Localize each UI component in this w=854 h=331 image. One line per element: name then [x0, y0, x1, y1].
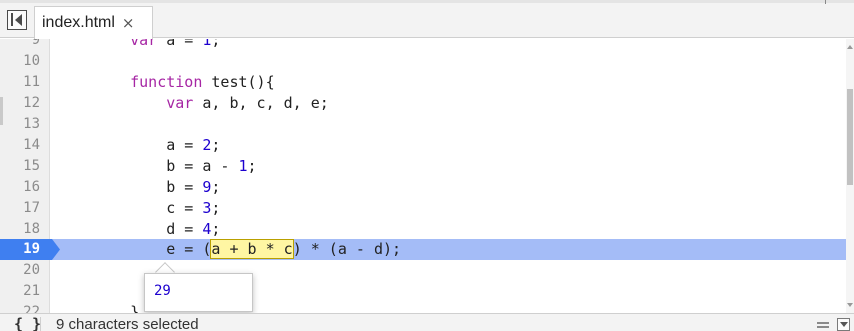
line-number[interactable]: 17 — [0, 198, 40, 219]
code-text: var a = 1; — [94, 39, 221, 49]
sidebar-toggle-icon[interactable] — [7, 10, 27, 30]
scrollbar-thumb[interactable] — [847, 89, 853, 185]
line-number[interactable]: 11 — [0, 72, 40, 93]
code-editor[interactable]: 9 var a = 1; 10 11 function test(){ 12 v… — [0, 39, 854, 313]
scroll-up-icon[interactable] — [847, 45, 853, 49]
code-line[interactable]: 21 r — [0, 281, 846, 302]
line-number[interactable]: 12 — [0, 93, 40, 114]
popover-value[interactable]: 29 — [154, 283, 171, 299]
line-number[interactable]: 10 — [0, 51, 40, 72]
status-divider — [40, 317, 41, 331]
code-text: } — [94, 303, 140, 313]
hovered-expression[interactable]: a + b * c — [210, 239, 294, 259]
code-text: b = a - 1; — [94, 157, 257, 175]
code-line[interactable]: 13 — [0, 114, 846, 135]
value-popover[interactable]: 29 — [144, 273, 253, 312]
code-line[interactable]: 9 var a = 1; — [0, 39, 846, 51]
code-text: c = 3; — [94, 199, 221, 217]
lines-icon — [817, 322, 829, 330]
line-number[interactable]: 16 — [0, 177, 40, 198]
line-number[interactable]: 9 — [0, 39, 40, 51]
line-number[interactable]: 19 — [0, 239, 40, 260]
line-number[interactable]: 21 — [0, 281, 40, 302]
tab-bar-divider — [825, 0, 826, 4]
code-text: var a, b, c, d, e; — [94, 94, 329, 112]
drawer-toggle-icon[interactable] — [837, 318, 850, 331]
scroll-down-icon[interactable] — [847, 303, 853, 307]
tab-bar-top-border — [0, 0, 854, 3]
line-number[interactable]: 14 — [0, 135, 40, 156]
code-line[interactable]: 11 function test(){ — [0, 72, 846, 93]
vertical-scrollbar[interactable] — [846, 39, 854, 313]
code-line[interactable]: 17 c = 3; — [0, 198, 846, 219]
close-icon[interactable]: × — [122, 15, 135, 31]
code-text: function test(){ — [94, 73, 275, 91]
line-number[interactable]: 13 — [0, 114, 40, 135]
code-text: d = 4; — [94, 220, 221, 238]
execution-line[interactable]: 19 e = (a + b * c) * (a - d); — [0, 239, 846, 260]
status-bar: { } 9 characters selected — [0, 313, 854, 331]
code-line[interactable]: 16 b = 9; — [0, 177, 846, 198]
line-number[interactable]: 15 — [0, 156, 40, 177]
line-number[interactable]: 18 — [0, 219, 40, 240]
code-text: a = 2; — [94, 136, 221, 154]
code-text: e = (a + b * c) * (a - d); — [94, 239, 402, 259]
code-line[interactable]: 10 — [0, 51, 846, 72]
curly-braces-icon[interactable]: { } — [14, 317, 41, 331]
selection-status: 9 characters selected — [56, 316, 199, 331]
code-line[interactable]: 22 } — [0, 302, 846, 313]
code-line[interactable]: 15 b = a - 1; — [0, 156, 846, 177]
tab-bar: index.html × — [0, 0, 854, 39]
tab-label: index.html — [42, 14, 115, 31]
code-line[interactable]: 12 var a, b, c, d, e; — [0, 93, 846, 114]
code-line[interactable]: 18 d = 4; — [0, 219, 846, 240]
code-line[interactable]: 14 a = 2; — [0, 135, 846, 156]
code-line[interactable]: 20 — [0, 260, 846, 281]
tab-index-html[interactable]: index.html × — [34, 6, 153, 39]
line-number[interactable]: 22 — [0, 302, 40, 313]
line-number[interactable]: 20 — [0, 260, 40, 281]
code-text: b = 9; — [94, 178, 221, 196]
